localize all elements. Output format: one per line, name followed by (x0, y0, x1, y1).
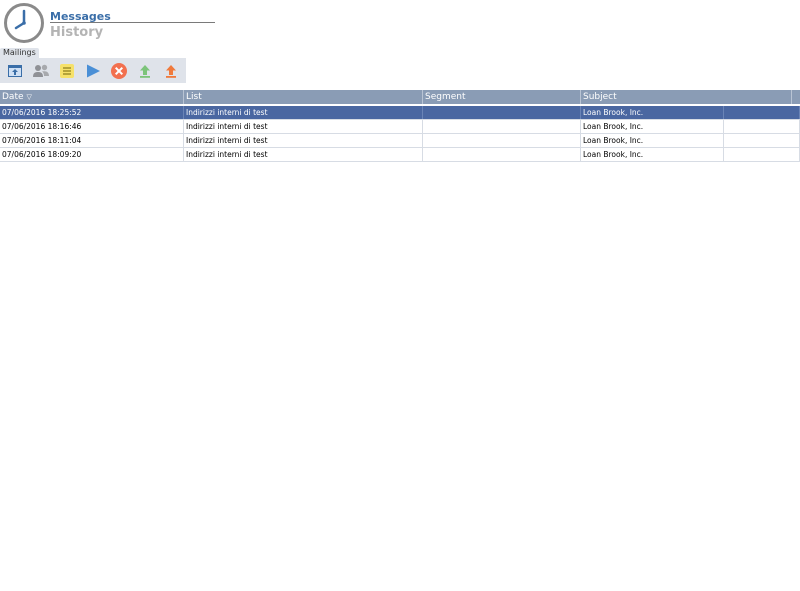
users-button[interactable] (31, 61, 51, 81)
cell-filler (724, 106, 800, 119)
page-header: Messages History (0, 0, 800, 46)
list-button[interactable] (57, 61, 77, 81)
cell-list: Indirizzi interni di test (184, 106, 423, 119)
title-divider (50, 22, 215, 23)
table-row[interactable]: 07/06/2016 18:09:20 Indirizzi interni di… (0, 148, 800, 162)
users-icon (33, 64, 49, 77)
arrow-up-orange-icon (166, 65, 176, 78)
cancel-icon (111, 63, 127, 79)
table-row[interactable]: 07/06/2016 18:16:46 Indirizzi interni di… (0, 120, 800, 134)
cell-list: Indirizzi interni di test (184, 134, 423, 147)
cell-filler (724, 148, 800, 161)
table-row[interactable]: 07/06/2016 18:11:04 Indirizzi interni di… (0, 134, 800, 148)
cell-date: 07/06/2016 18:16:46 (0, 120, 184, 133)
cell-segment (423, 148, 581, 161)
column-header-subject[interactable]: Subject (581, 90, 792, 104)
arrow-up-green-button[interactable] (135, 61, 155, 81)
play-button[interactable] (83, 61, 103, 81)
tab-mailings[interactable]: Mailings (0, 48, 39, 58)
column-header-date[interactable]: Date ▽ (0, 90, 184, 104)
arrow-up-green-icon (140, 65, 150, 78)
sort-descending-icon: ▽ (26, 93, 32, 101)
column-header-list[interactable]: List (184, 90, 423, 104)
cell-subject: Loan Brook, Inc. (581, 134, 724, 147)
cell-filler (724, 120, 800, 133)
page-subtitle: History (50, 25, 104, 40)
cell-list: Indirizzi interni di test (184, 148, 423, 161)
cell-segment (423, 120, 581, 133)
column-header-segment[interactable]: Segment (423, 90, 581, 104)
upload-window-icon (8, 65, 22, 77)
cell-date: 07/06/2016 18:11:04 (0, 134, 184, 147)
cell-date: 07/06/2016 18:25:52 (0, 106, 184, 119)
clock-icon (4, 3, 44, 43)
cancel-button[interactable] (109, 61, 129, 81)
cell-subject: Loan Brook, Inc. (581, 120, 724, 133)
list-icon (60, 64, 74, 78)
arrow-up-orange-button[interactable] (161, 61, 181, 81)
cell-list: Indirizzi interni di test (184, 120, 423, 133)
table-header: Date ▽ List Segment Subject (0, 90, 800, 104)
cell-subject: Loan Brook, Inc. (581, 148, 724, 161)
cell-segment (423, 106, 581, 119)
cell-subject: Loan Brook, Inc. (581, 106, 724, 119)
table-row[interactable]: 07/06/2016 18:25:52 Indirizzi interni di… (0, 106, 800, 120)
upload-window-button[interactable] (5, 61, 25, 81)
play-icon (87, 64, 100, 78)
cell-segment (423, 134, 581, 147)
cell-date: 07/06/2016 18:09:20 (0, 148, 184, 161)
toolbar (0, 58, 186, 83)
cell-filler (724, 134, 800, 147)
